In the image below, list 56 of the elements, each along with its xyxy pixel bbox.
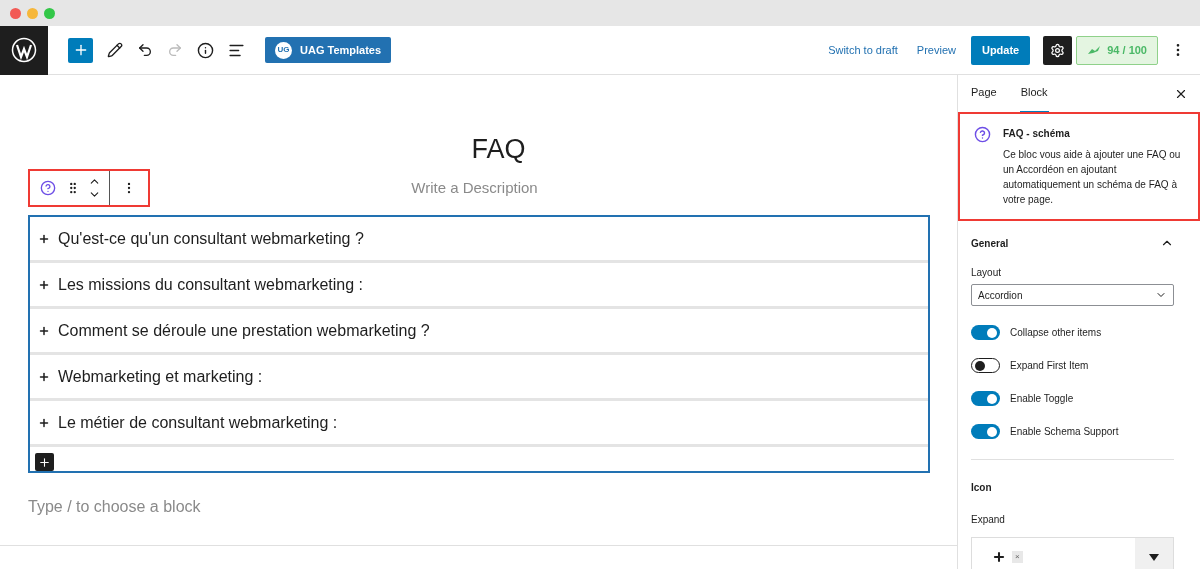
update-button[interactable]: Update	[970, 35, 1031, 65]
plus-icon	[38, 416, 50, 429]
faq-question[interactable]: Qu'est-ce qu'un consultant webmarketing ?	[30, 217, 928, 263]
templates-button[interactable]: UG UAG Templates	[265, 37, 392, 63]
layout-label: Layout	[971, 266, 1003, 280]
info-icon[interactable]	[197, 41, 214, 59]
templates-badge: UG	[275, 41, 292, 59]
plus-icon	[38, 370, 50, 383]
toggle-label: Enable Toggle	[1010, 392, 1074, 406]
preview-link[interactable]: Preview	[916, 41, 956, 59]
switch-to-draft-link[interactable]: Switch to draft	[828, 41, 898, 59]
block-card-title: FAQ - schéma	[1003, 127, 1071, 141]
settings-button[interactable]	[1043, 35, 1073, 65]
faq-question[interactable]: Webmarketing et marketing :	[30, 355, 928, 401]
plus-icon	[38, 278, 50, 291]
plus-icon	[38, 455, 51, 469]
question-text: Webmarketing et marketing :	[58, 366, 263, 387]
expand-label: Expand	[971, 513, 1006, 527]
toggle-switch[interactable]	[971, 391, 1000, 406]
faq-question[interactable]: Comment se déroule une prestation webmarketing ?	[30, 309, 928, 355]
section-heading[interactable]: General	[971, 235, 1009, 251]
undo-icon[interactable]	[137, 42, 153, 58]
faq-question[interactable]: Les missions du consultant webmarketing :	[30, 263, 928, 309]
block-placeholder[interactable]: Type / to choose a block	[28, 495, 929, 519]
plus-icon	[992, 550, 1006, 564]
help-icon[interactable]	[40, 180, 56, 196]
sidebar-tab[interactable]: Page	[970, 74, 998, 113]
layout-select[interactable]: Accordion	[971, 284, 1174, 306]
page-title[interactable]: FAQ	[68, 133, 929, 165]
help-icon	[974, 126, 991, 143]
description-placeholder[interactable]: Write a Description	[150, 176, 799, 200]
icon-picker[interactable]: ×	[971, 537, 1174, 569]
faq-question[interactable]: Le métier de consultant webmarketing :	[30, 401, 928, 447]
block-card-description: Ce bloc vous aide à ajouter une FAQ ou un Accordéon en ajoutant automatiquement un schéma de FAQ à votre page.	[1003, 148, 1182, 207]
toggle-switch[interactable]	[971, 325, 1000, 340]
remove-chip[interactable]: ×	[1012, 551, 1023, 563]
sidebar-tab[interactable]: Block	[1019, 74, 1049, 113]
toggle-switch[interactable]	[971, 358, 1000, 373]
pencil-icon[interactable]	[107, 42, 123, 58]
toggle-label: Collapse other items	[1010, 326, 1102, 340]
add-block-button[interactable]	[68, 37, 93, 63]
section-heading: Icon	[971, 481, 993, 495]
plus-icon	[38, 232, 50, 245]
question-text: Les missions du consultant webmarketing :	[58, 274, 364, 295]
add-item-button[interactable]	[35, 453, 54, 471]
toggle-switch[interactable]	[971, 424, 1000, 439]
question-text: Comment se déroule une prestation webmarketing ?	[58, 320, 430, 341]
wordpress-logo-icon	[11, 37, 37, 63]
plus-icon	[38, 324, 50, 337]
toggle-label: Expand First Item	[1010, 359, 1089, 373]
question-text: Qu'est-ce qu'un consultant webmarketing ?	[58, 228, 364, 249]
gear-icon	[1050, 42, 1066, 58]
question-text: Le métier de consultant webmarketing :	[58, 412, 338, 433]
dropdown-arrow-icon[interactable]	[1149, 553, 1159, 561]
wordpress-logo-button[interactable]	[0, 25, 48, 75]
toggle-label: Enable Schema Support	[1010, 425, 1119, 439]
